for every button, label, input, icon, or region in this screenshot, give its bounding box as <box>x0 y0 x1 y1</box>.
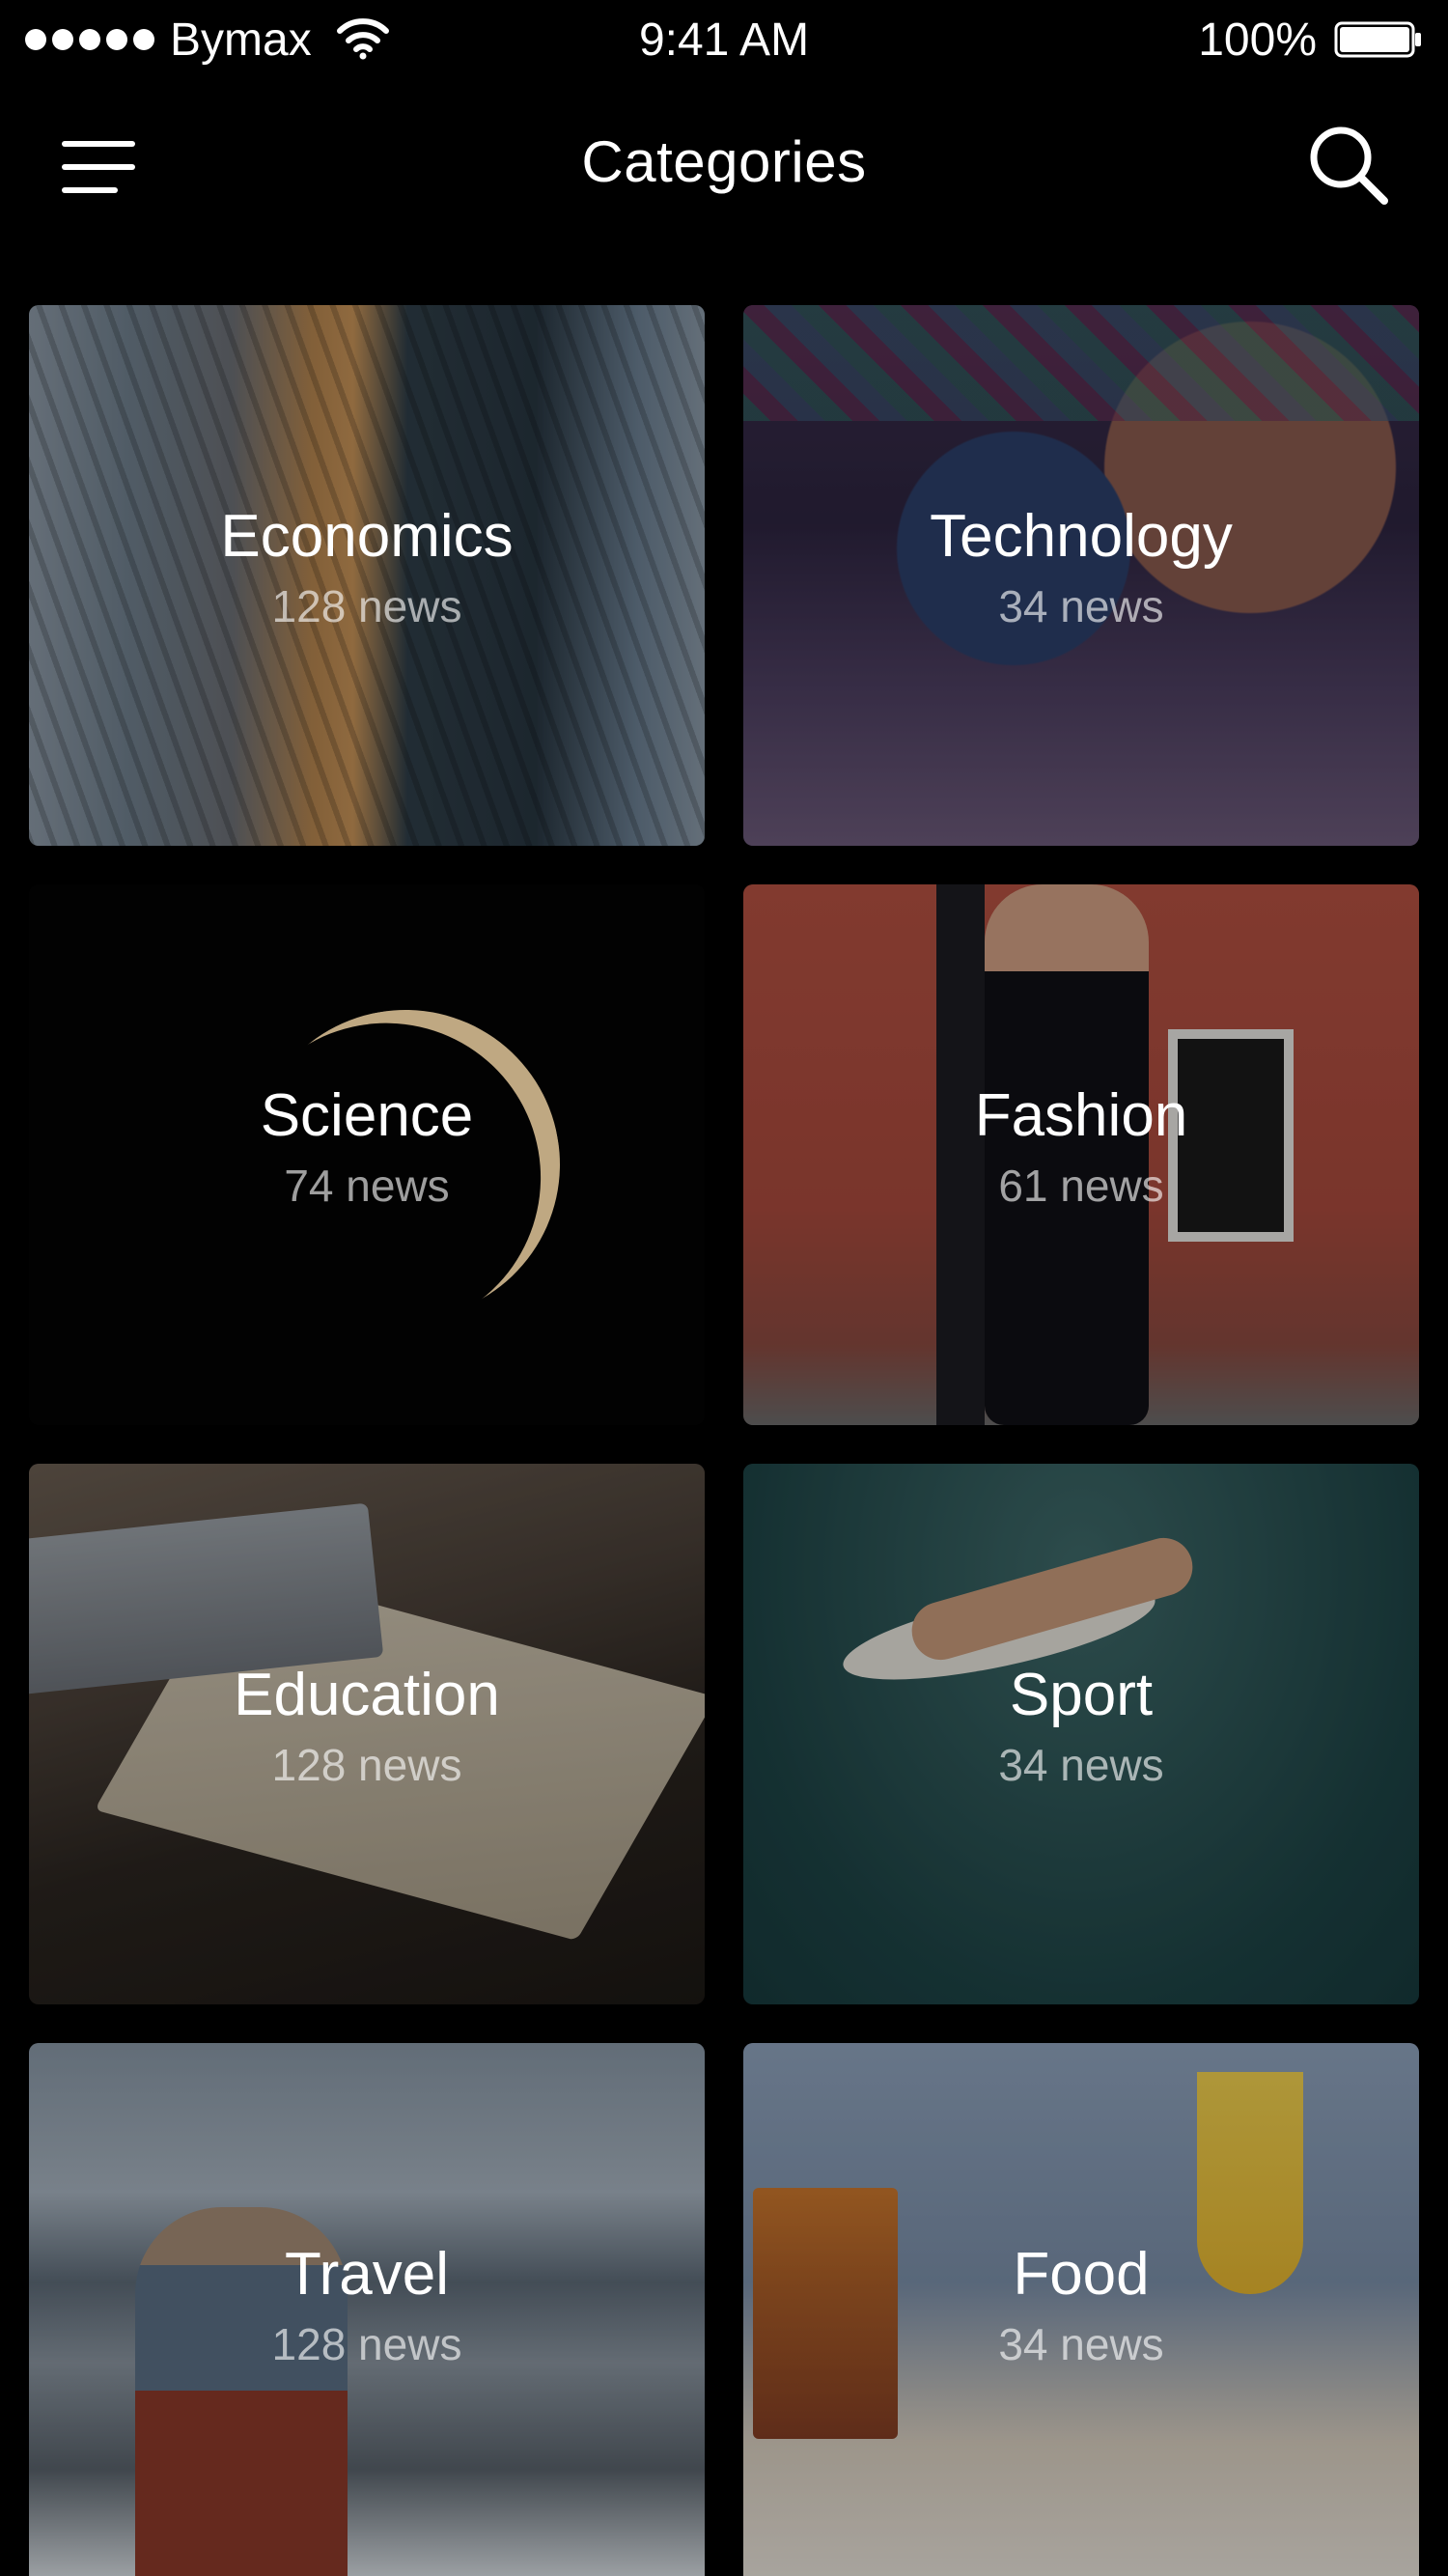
category-name: Travel <box>285 2241 449 2308</box>
category-card-travel[interactable]: Travel 128 news <box>29 2043 705 2576</box>
category-count: 34 news <box>998 1740 1164 1790</box>
search-icon <box>1310 126 1388 205</box>
category-card-fashion[interactable]: Fashion 61 news <box>743 884 1419 1425</box>
category-name: Science <box>260 1082 474 1149</box>
category-card-sport[interactable]: Sport 34 news <box>743 1464 1419 2004</box>
category-card-technology[interactable]: Technology 34 news <box>743 305 1419 846</box>
category-count: 34 news <box>998 2319 1164 2369</box>
category-name: Education <box>234 1662 500 1728</box>
category-count: 34 news <box>998 581 1164 631</box>
battery-icon <box>1334 21 1421 58</box>
category-card-science[interactable]: Science 74 news <box>29 884 705 1425</box>
category-card-food[interactable]: Food 34 news <box>743 2043 1419 2576</box>
category-count: 128 news <box>271 1740 462 1790</box>
category-count: 61 news <box>998 1161 1164 1211</box>
category-count: 128 news <box>271 581 462 631</box>
category-count: 74 news <box>284 1161 450 1211</box>
category-name: Fashion <box>974 1082 1188 1149</box>
nav-bar: Categories <box>0 85 1448 239</box>
category-count: 128 news <box>271 2319 462 2369</box>
category-card-economics[interactable]: Economics 128 news <box>29 305 705 846</box>
battery-percentage: 100% <box>1198 14 1317 66</box>
category-name: Food <box>1013 2241 1150 2308</box>
page-title: Categories <box>581 129 867 194</box>
category-name: Technology <box>930 503 1233 570</box>
category-name: Sport <box>1009 1662 1154 1728</box>
status-bar: Bymax 9:41 AM 100% <box>0 0 1448 85</box>
category-name: Economics <box>220 503 514 570</box>
search-button[interactable] <box>1305 122 1392 209</box>
category-card-education[interactable]: Education 128 news <box>29 1464 705 2004</box>
